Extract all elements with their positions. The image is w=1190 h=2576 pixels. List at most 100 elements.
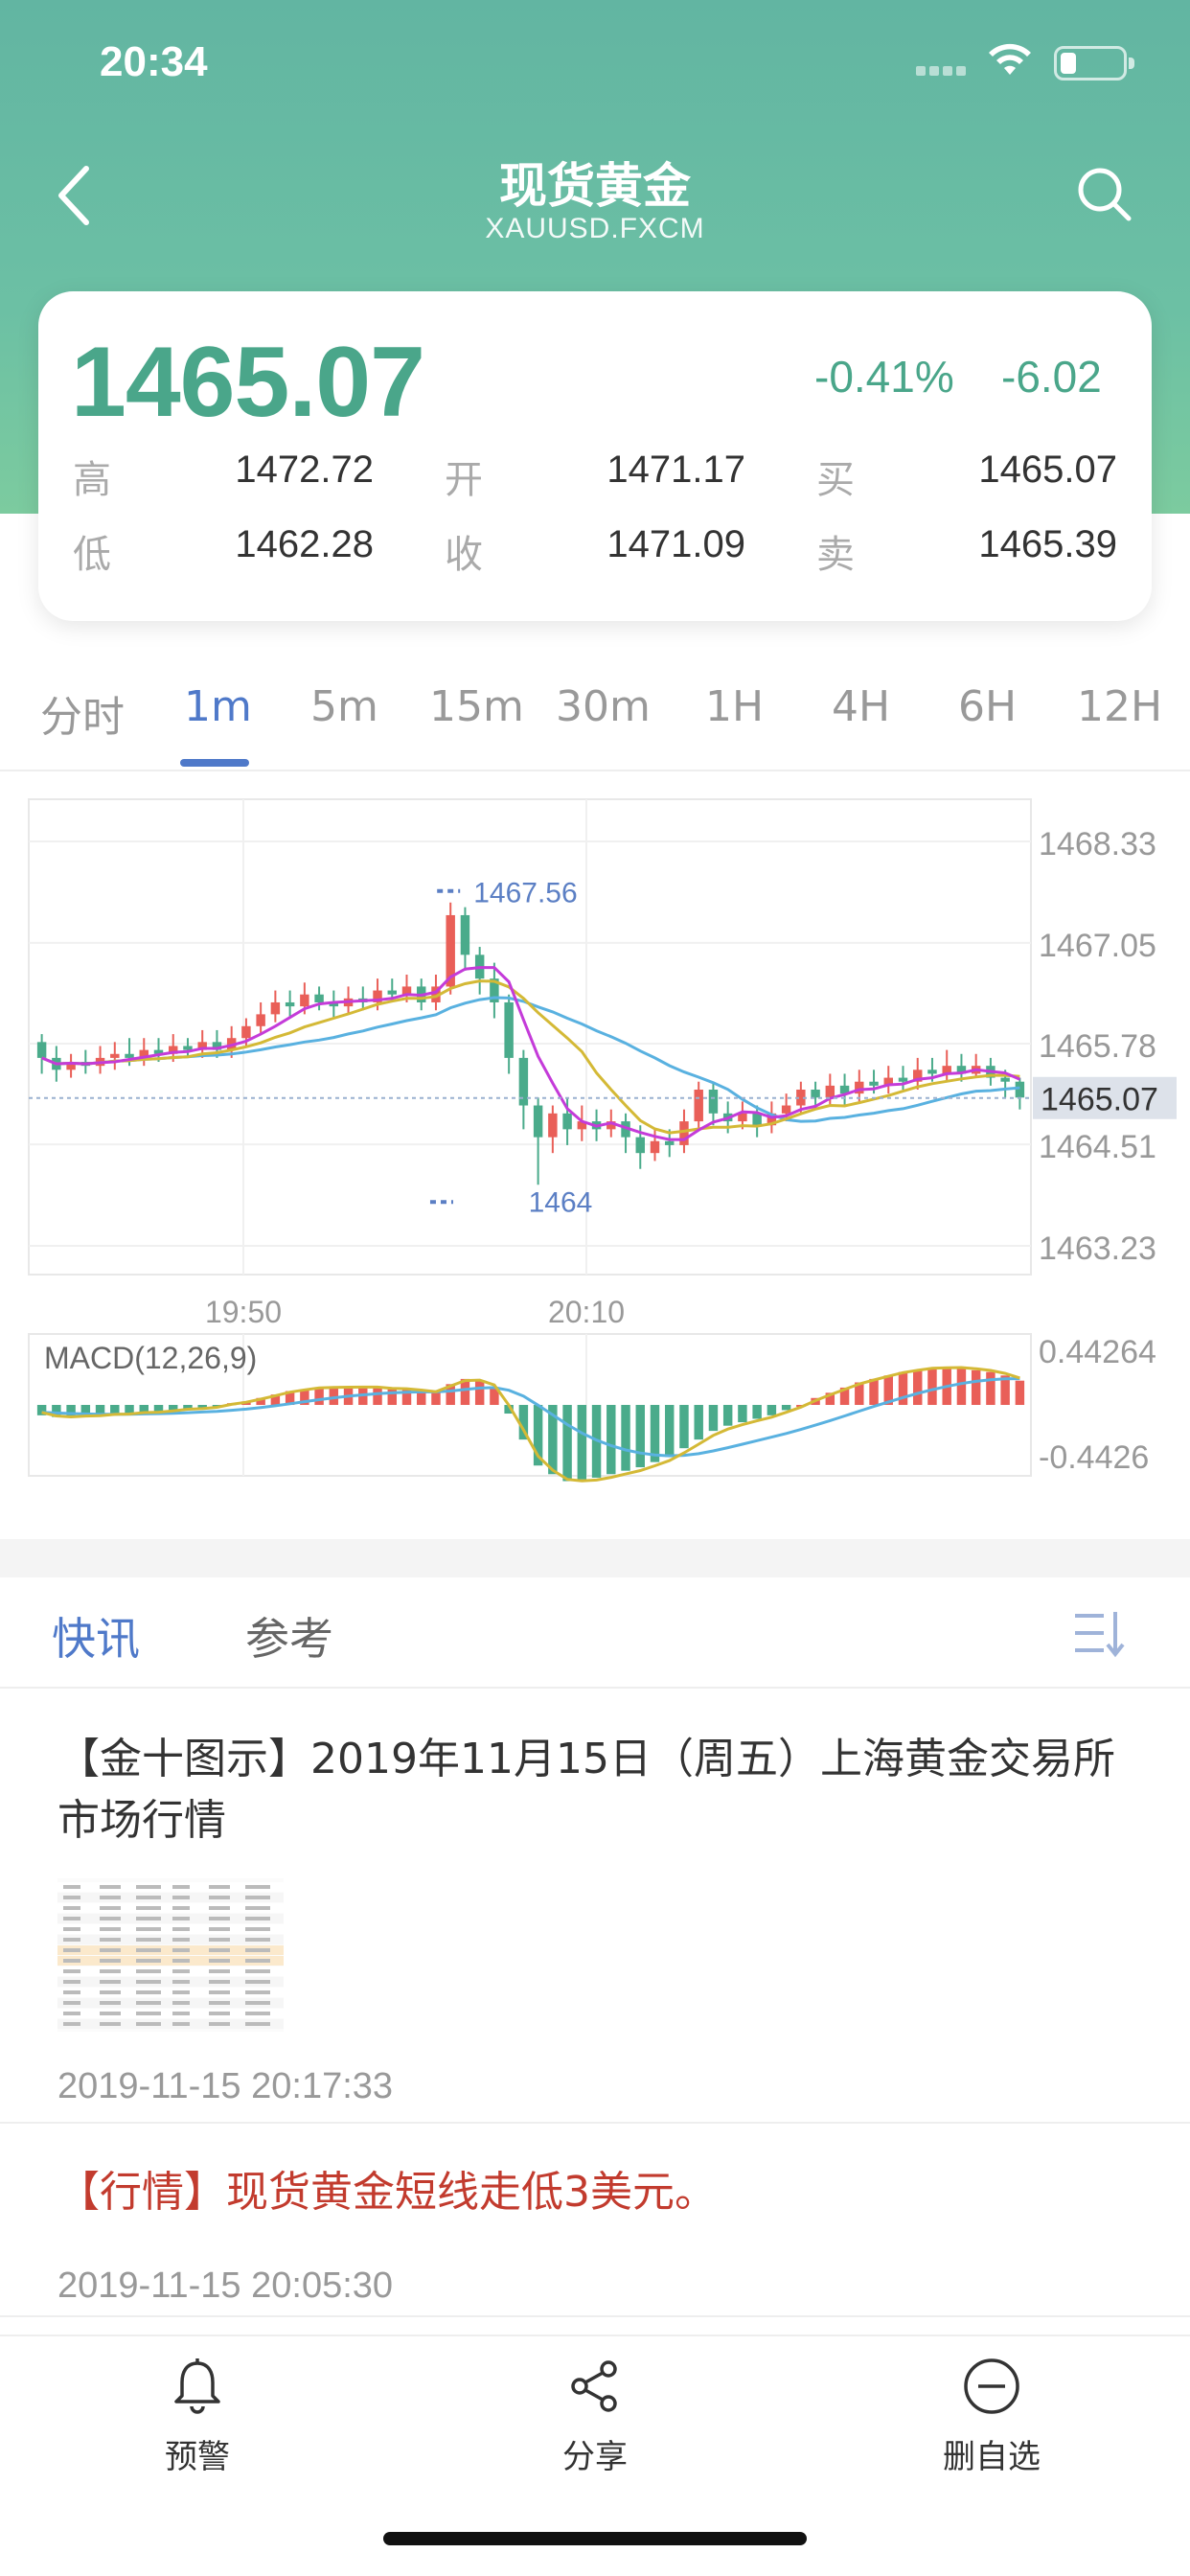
- tabs-divider: [0, 770, 1190, 771]
- candle-body: [110, 1053, 120, 1058]
- candle-body: [1000, 1077, 1010, 1082]
- tab-4h[interactable]: 4H: [832, 682, 890, 731]
- search-icon[interactable]: [1073, 163, 1134, 224]
- quote-card: 1465.07 -0.41% -6.02 高 1472.72 开 1471.17…: [38, 291, 1152, 621]
- tab-1h[interactable]: 1H: [705, 682, 764, 731]
- thumbnail-cell: [63, 1906, 80, 1910]
- macd-bar: [577, 1405, 587, 1480]
- section-gap: [0, 1539, 1190, 1577]
- macd-bar: [1015, 1380, 1025, 1405]
- minus-circle-icon: [964, 2358, 1019, 2414]
- tab-5m[interactable]: 5m: [310, 682, 378, 731]
- news-item[interactable]: 【金十图示】2019年11月15日（周五）上海黄金交易所市场行情 2019-11…: [0, 1690, 1190, 2124]
- thumbnail-cell: [209, 1959, 230, 1963]
- tab-reference[interactable]: 参考: [245, 1604, 333, 1668]
- x-tick-label: 19:50: [205, 1295, 282, 1329]
- thumbnail-cell: [100, 1927, 121, 1931]
- macd-bar: [971, 1369, 981, 1405]
- thumbnail-cell: [63, 1896, 80, 1899]
- macd-bar: [665, 1405, 675, 1458]
- thumbnail-cell: [136, 1990, 161, 1994]
- macd-bar: [110, 1405, 120, 1414]
- filter-list-icon[interactable]: [1071, 1606, 1131, 1660]
- news-tabs: 快讯 参考: [0, 1577, 1190, 1689]
- bell-icon: [174, 2358, 220, 2414]
- thumbnail-cell: [172, 1906, 190, 1910]
- thumbnail-cell: [63, 2012, 80, 2015]
- tab-1m[interactable]: 1m: [184, 682, 252, 731]
- thumbnail-cell: [245, 1969, 270, 1973]
- alert-button[interactable]: 预警: [102, 2356, 293, 2477]
- change-percent: -0.41%: [814, 352, 954, 402]
- share-button[interactable]: 分享: [499, 2356, 691, 2477]
- close-label: 收: [445, 533, 483, 577]
- macd-bar: [767, 1405, 777, 1415]
- candle-body: [125, 1053, 134, 1058]
- candle-body: [562, 1113, 572, 1130]
- candle-body: [300, 994, 309, 1007]
- thumbnail-cell: [63, 1885, 80, 1889]
- macd-bar: [679, 1405, 689, 1449]
- tab-flash-news[interactable]: 快讯: [52, 1604, 140, 1668]
- macd-bar: [314, 1387, 324, 1405]
- current-price-tag-label: 1465.07: [1041, 1082, 1158, 1118]
- bid-value: 1465.07: [978, 448, 1117, 491]
- thumbnail-cell: [172, 1980, 190, 1984]
- thumbnail-cell: [209, 1917, 230, 1920]
- candle-body: [285, 1001, 295, 1007]
- thumbnail-cell: [209, 1896, 230, 1899]
- battery-icon: [1054, 46, 1134, 80]
- bottom-action-bar: 预警 分享 删自选: [0, 2334, 1190, 2576]
- macd-bar: [66, 1405, 76, 1417]
- tab-12h[interactable]: 12H: [1077, 682, 1162, 731]
- price-chart[interactable]: 1468.33 1467.05 1465.78 1464.51 1463.23 19:50…: [0, 776, 1190, 1485]
- ma10-line: [41, 979, 1020, 1135]
- news-title: 【金十图示】2019年11月15日（周五）上海黄金交易所市场行情: [57, 1735, 1115, 1845]
- status-time: 20:34: [100, 38, 208, 85]
- candle-body: [781, 1105, 791, 1114]
- thumbnail-cell: [245, 1885, 270, 1889]
- thumbnail-cell: [209, 1927, 230, 1931]
- y-tick-label: 1468.33: [1039, 826, 1156, 862]
- thumbnail-cell: [209, 1906, 230, 1910]
- quote-row-2: 低 1462.28 收 1471.09 卖 1465.39: [38, 523, 1152, 581]
- thumbnail-cell: [245, 1917, 270, 1920]
- thumbnail-cell: [172, 1969, 190, 1973]
- news-item[interactable]: 【行情】现货黄金短线走低3美元。 2019-11-15 20:05:30: [0, 2126, 1190, 2317]
- macd-bar: [694, 1405, 703, 1440]
- thumbnail-cell: [136, 1906, 161, 1910]
- candle-body: [927, 1070, 937, 1074]
- macd-bar: [621, 1405, 630, 1471]
- candle-body: [708, 1089, 719, 1114]
- cellular-signal-icon: [916, 61, 973, 76]
- thumbnail-cell: [245, 1948, 270, 1952]
- thumbnail-cell: [172, 1948, 190, 1952]
- thumbnail-cell: [245, 1959, 270, 1963]
- tab-6h[interactable]: 6H: [958, 682, 1017, 731]
- candle-body: [869, 1081, 879, 1086]
- macd-bar: [606, 1405, 616, 1475]
- current-price: 1465.07: [71, 327, 425, 438]
- candle-body: [533, 1105, 543, 1138]
- share-label: 分享: [562, 2438, 628, 2476]
- macd-bar: [752, 1405, 762, 1419]
- thumbnail-cell: [100, 1980, 121, 1984]
- news-thumbnail[interactable]: [57, 1878, 284, 2032]
- tab-time-share[interactable]: 分时: [40, 682, 125, 744]
- thumbnail-cell: [136, 1917, 161, 1920]
- macd-bar: [431, 1392, 441, 1405]
- candle-body: [504, 1001, 514, 1058]
- remove-watchlist-button[interactable]: 删自选: [896, 2356, 1087, 2477]
- thumbnail-cell: [245, 2022, 270, 2026]
- high-value: 1472.72: [235, 448, 374, 491]
- tab-30m[interactable]: 30m: [556, 682, 651, 731]
- thumbnail-cell: [136, 1980, 161, 1984]
- thumbnail-cell: [172, 1896, 190, 1899]
- y-tick-label: 1464.51: [1039, 1129, 1156, 1165]
- thumbnail-cell: [136, 1938, 161, 1942]
- y-tick-label: 1467.05: [1039, 928, 1156, 964]
- thumbnail-cell: [172, 2022, 190, 2026]
- thumbnail-cell: [209, 1885, 230, 1889]
- tab-15m[interactable]: 15m: [429, 682, 524, 731]
- thumbnail-cell: [172, 1990, 190, 1994]
